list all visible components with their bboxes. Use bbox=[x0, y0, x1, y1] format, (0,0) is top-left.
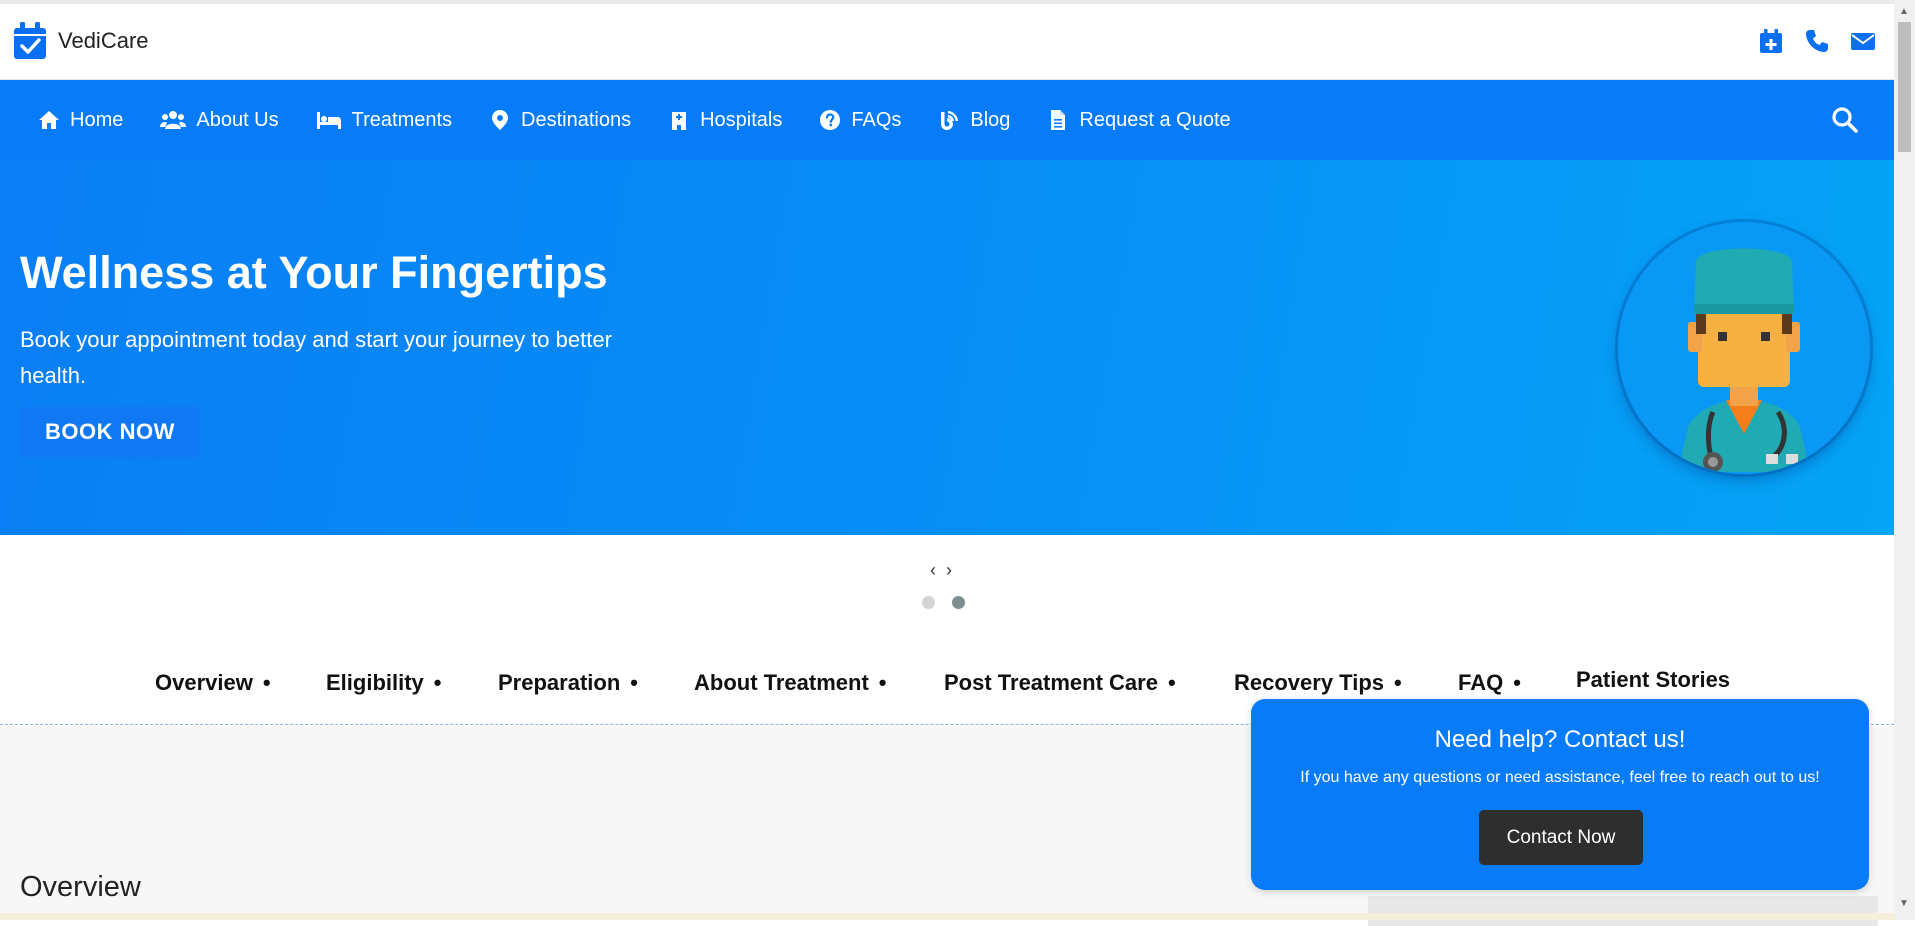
tab-eligibility[interactable]: Eligibility • bbox=[326, 670, 442, 696]
nav-item-hospitals[interactable]: Hospitals bbox=[668, 109, 782, 132]
slider-arrows: ‹ › bbox=[930, 560, 952, 581]
nav-item-blog[interactable]: Blog bbox=[938, 109, 1010, 132]
tab-separator: • bbox=[1167, 670, 1176, 695]
tab-separator: • bbox=[1394, 670, 1402, 695]
tab-post-treatment-care[interactable]: Post Treatment Care • bbox=[944, 670, 1176, 696]
phone-icon[interactable] bbox=[1804, 28, 1830, 54]
tab-separator: • bbox=[433, 670, 442, 695]
scroll-down-arrow-icon[interactable]: ▼ bbox=[1899, 898, 1909, 909]
nav-label: Home bbox=[70, 108, 124, 131]
tab-label: Patient Stories bbox=[1576, 667, 1731, 692]
content-sidebar-block bbox=[1368, 896, 1878, 926]
nav-label: Blog bbox=[970, 108, 1011, 131]
tab-label: Recovery Tips bbox=[1234, 670, 1385, 695]
tab-label: About Treatment bbox=[694, 670, 869, 695]
nav-item-about-us[interactable]: About Us bbox=[160, 108, 279, 132]
nav-label: Hospitals bbox=[700, 108, 783, 131]
tab-label: Preparation bbox=[498, 670, 621, 695]
bottom-strip bbox=[0, 913, 1894, 920]
book-now-button[interactable]: BOOK NOW bbox=[20, 407, 200, 457]
slider-next-button[interactable]: › bbox=[946, 560, 952, 581]
brand[interactable]: VediCare bbox=[13, 22, 149, 60]
nav-label: Request a Quote bbox=[1079, 108, 1231, 131]
slider-dots bbox=[922, 596, 965, 609]
tab-separator: • bbox=[262, 670, 271, 695]
hero-title: Wellness at Your Fingertips bbox=[20, 247, 608, 298]
nav-item-request-quote[interactable]: Request a Quote bbox=[1047, 108, 1231, 132]
bed-icon bbox=[316, 112, 341, 129]
question-circle-icon bbox=[820, 110, 841, 130]
help-widget: Need help? Contact us! If you have any q… bbox=[1251, 699, 1869, 890]
search-icon[interactable] bbox=[1831, 106, 1858, 133]
users-icon bbox=[160, 111, 187, 129]
tab-recovery-tips[interactable]: Recovery Tips • bbox=[1234, 670, 1402, 696]
blog-icon bbox=[941, 111, 959, 130]
tab-separator: • bbox=[1513, 670, 1521, 695]
document-icon bbox=[1051, 110, 1066, 130]
calendar-check-icon bbox=[14, 22, 46, 59]
page-scrollbar[interactable]: ▲ ▼ bbox=[1894, 0, 1915, 920]
hospital-icon bbox=[672, 112, 687, 130]
nav-item-treatments[interactable]: Treatments bbox=[316, 109, 452, 132]
slider-dot-active[interactable] bbox=[952, 596, 965, 609]
section-title: Overview bbox=[20, 871, 141, 903]
nav-label: Destinations bbox=[521, 108, 632, 131]
tab-label: FAQ bbox=[1458, 670, 1504, 695]
header-actions bbox=[1758, 28, 1876, 54]
tab-separator: • bbox=[878, 670, 887, 695]
tab-label: Eligibility bbox=[326, 670, 424, 695]
help-title: Need help? Contact us! bbox=[1434, 726, 1686, 753]
doctor-avatar bbox=[1618, 222, 1870, 474]
main-nav: Home About Us Treatments Destinations Ho… bbox=[0, 80, 1894, 160]
help-text: If you have any questions or need assist… bbox=[1300, 769, 1820, 786]
tab-preparation[interactable]: Preparation • bbox=[498, 670, 638, 696]
nav-label: About Us bbox=[196, 108, 279, 131]
tab-separator: • bbox=[630, 670, 638, 695]
tab-label: Post Treatment Care bbox=[944, 670, 1158, 695]
slider-prev-button[interactable]: ‹ bbox=[930, 560, 936, 581]
scrollbar-thumb[interactable] bbox=[1898, 22, 1911, 152]
tab-label: Overview bbox=[155, 670, 253, 695]
tab-patient-stories[interactable]: Patient Stories bbox=[1576, 667, 1730, 693]
hero-banner: Wellness at Your Fingertips Book your ap… bbox=[0, 160, 1894, 535]
tab-overview[interactable]: Overview • bbox=[155, 670, 271, 696]
tab-faq[interactable]: FAQ • bbox=[1458, 670, 1521, 696]
brand-name: VediCare bbox=[58, 28, 149, 53]
contact-now-button[interactable]: Contact Now bbox=[1479, 810, 1643, 865]
nav-label: Treatments bbox=[351, 108, 453, 131]
envelope-icon[interactable] bbox=[1850, 28, 1876, 54]
top-header: VediCare bbox=[0, 0, 1894, 80]
hero-subtitle: Book your appointment today and start yo… bbox=[20, 327, 612, 388]
nav-item-faqs[interactable]: FAQs bbox=[819, 109, 901, 132]
map-marker-icon bbox=[492, 110, 509, 130]
nav-item-home[interactable]: Home bbox=[38, 109, 123, 132]
nav-label: FAQs bbox=[851, 108, 902, 131]
slider-dot[interactable] bbox=[922, 596, 935, 609]
scroll-up-arrow-icon[interactable]: ▲ bbox=[1899, 6, 1909, 17]
tab-about-treatment[interactable]: About Treatment • bbox=[694, 670, 887, 696]
calendar-plus-icon[interactable] bbox=[1758, 28, 1784, 54]
home-icon bbox=[39, 111, 59, 129]
nav-item-destinations[interactable]: Destinations bbox=[489, 109, 631, 132]
